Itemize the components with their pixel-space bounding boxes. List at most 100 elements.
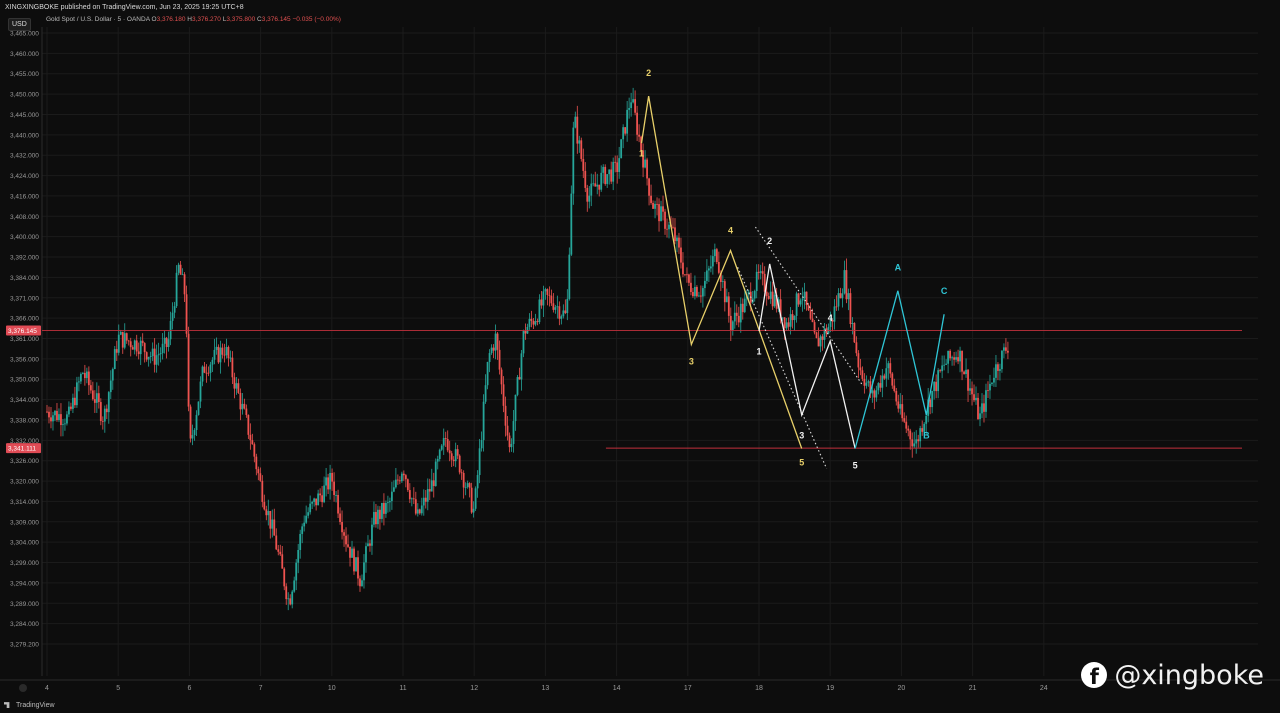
- tradingview-footer[interactable]: TradingView: [4, 702, 55, 709]
- candle-body: [596, 184, 599, 187]
- candle-body: [62, 424, 64, 426]
- candle-body: [989, 383, 991, 391]
- candle-body: [907, 428, 910, 431]
- candle-body: [945, 363, 948, 365]
- candle-body: [235, 383, 238, 389]
- candle-body: [993, 377, 995, 383]
- candle-body: [444, 438, 447, 440]
- y-tick-label: 3,432.000: [10, 153, 39, 160]
- candle-body: [624, 127, 627, 134]
- candle-body: [700, 295, 702, 297]
- candle-body: [171, 312, 174, 321]
- candle-body: [913, 443, 916, 447]
- x-tick-label: 19: [826, 685, 834, 692]
- candle-body: [821, 336, 824, 340]
- candle-body: [809, 310, 812, 319]
- symbol-name[interactable]: Gold Spot / U.S. Dollar · 5 · OANDA: [46, 16, 150, 23]
- candle-body: [379, 509, 381, 519]
- candle-body: [488, 353, 491, 363]
- candle-body: [610, 169, 613, 182]
- candle-body: [843, 270, 846, 294]
- y-tick-label: 3,371.000: [10, 295, 39, 302]
- candle-body: [905, 421, 908, 429]
- candle-body: [396, 479, 399, 481]
- candle-body: [542, 291, 545, 306]
- candle-body: [975, 397, 977, 401]
- candle-body: [369, 543, 371, 546]
- candle-body: [939, 370, 942, 372]
- candle-body: [690, 282, 692, 292]
- candle-body: [899, 404, 902, 409]
- candle-body: [416, 509, 419, 514]
- ohlc-values: O3,376.180 H3,376.270 L3,375.800 C3,376.…: [152, 16, 341, 23]
- candle-body: [54, 410, 56, 416]
- candle-body: [259, 473, 262, 481]
- timezone-badge[interactable]: [19, 684, 27, 692]
- candle-body: [877, 383, 880, 391]
- y-tick-label: 3,338.000: [10, 417, 39, 424]
- candle-body: [383, 502, 385, 514]
- y-tick-label: 3,408.000: [10, 214, 39, 221]
- candle-body: [574, 116, 577, 128]
- candle-body: [273, 519, 276, 536]
- candle-body: [534, 321, 537, 325]
- candle-body: [357, 557, 359, 579]
- candle-body: [676, 237, 678, 242]
- candle-body: [917, 439, 920, 442]
- candle-body: [329, 472, 331, 490]
- candle-body: [580, 140, 583, 159]
- candle-body: [606, 174, 609, 184]
- currency-button[interactable]: USD: [8, 18, 31, 31]
- candle-body: [983, 403, 985, 412]
- candle-body: [185, 294, 188, 334]
- candle-body: [861, 370, 864, 379]
- candle-body: [959, 350, 961, 362]
- candle-body: [95, 393, 98, 403]
- candle-body: [283, 568, 286, 587]
- candle-body: [636, 112, 639, 135]
- candle-body: [462, 472, 465, 488]
- candle-body: [863, 378, 866, 386]
- candle-body: [895, 390, 898, 402]
- tradingview-brand: TradingView: [16, 702, 55, 709]
- candle-body: [614, 161, 617, 163]
- candle-body: [50, 417, 52, 422]
- candle-body: [221, 347, 224, 355]
- candle-body: [494, 333, 497, 351]
- candle-body: [556, 306, 559, 308]
- candle-body: [915, 439, 918, 444]
- y-tick-label: 3,400.000: [10, 234, 39, 241]
- candle-body: [835, 306, 838, 308]
- candle-body: [632, 99, 635, 103]
- candle-body: [733, 312, 736, 322]
- candle-body: [528, 318, 531, 327]
- candle-body: [68, 406, 70, 415]
- candle-body: [791, 314, 794, 321]
- candle-body: [147, 357, 150, 360]
- candle-body: [161, 343, 164, 354]
- candle-body: [291, 591, 294, 605]
- candle-body: [554, 307, 557, 310]
- candle-body: [74, 397, 76, 406]
- support-price-label: 3,341.111: [8, 446, 36, 453]
- candle-body: [795, 293, 798, 316]
- y-tick-label: 3,455.000: [10, 71, 39, 78]
- price-chart[interactable]: 3,465.000 3,460.000 3,455.000 3,450.000 3,44…: [0, 0, 1280, 713]
- candle-body: [466, 483, 469, 487]
- candle-body: [361, 580, 363, 587]
- candle-body: [223, 354, 226, 356]
- candle-body: [281, 554, 284, 569]
- candle-body: [570, 193, 573, 255]
- candle-body: [875, 390, 878, 398]
- y-tick-label: 3,326.000: [10, 458, 39, 465]
- candle-body: [387, 502, 389, 504]
- candle-body: [957, 357, 959, 362]
- x-tick-label: 10: [328, 685, 336, 692]
- candle-body: [432, 480, 435, 487]
- candle-body: [341, 521, 343, 533]
- candle-body: [321, 495, 324, 503]
- candle-body: [257, 469, 260, 474]
- candle-body: [546, 289, 549, 295]
- candle-body: [709, 266, 712, 269]
- candle-body: [594, 183, 597, 187]
